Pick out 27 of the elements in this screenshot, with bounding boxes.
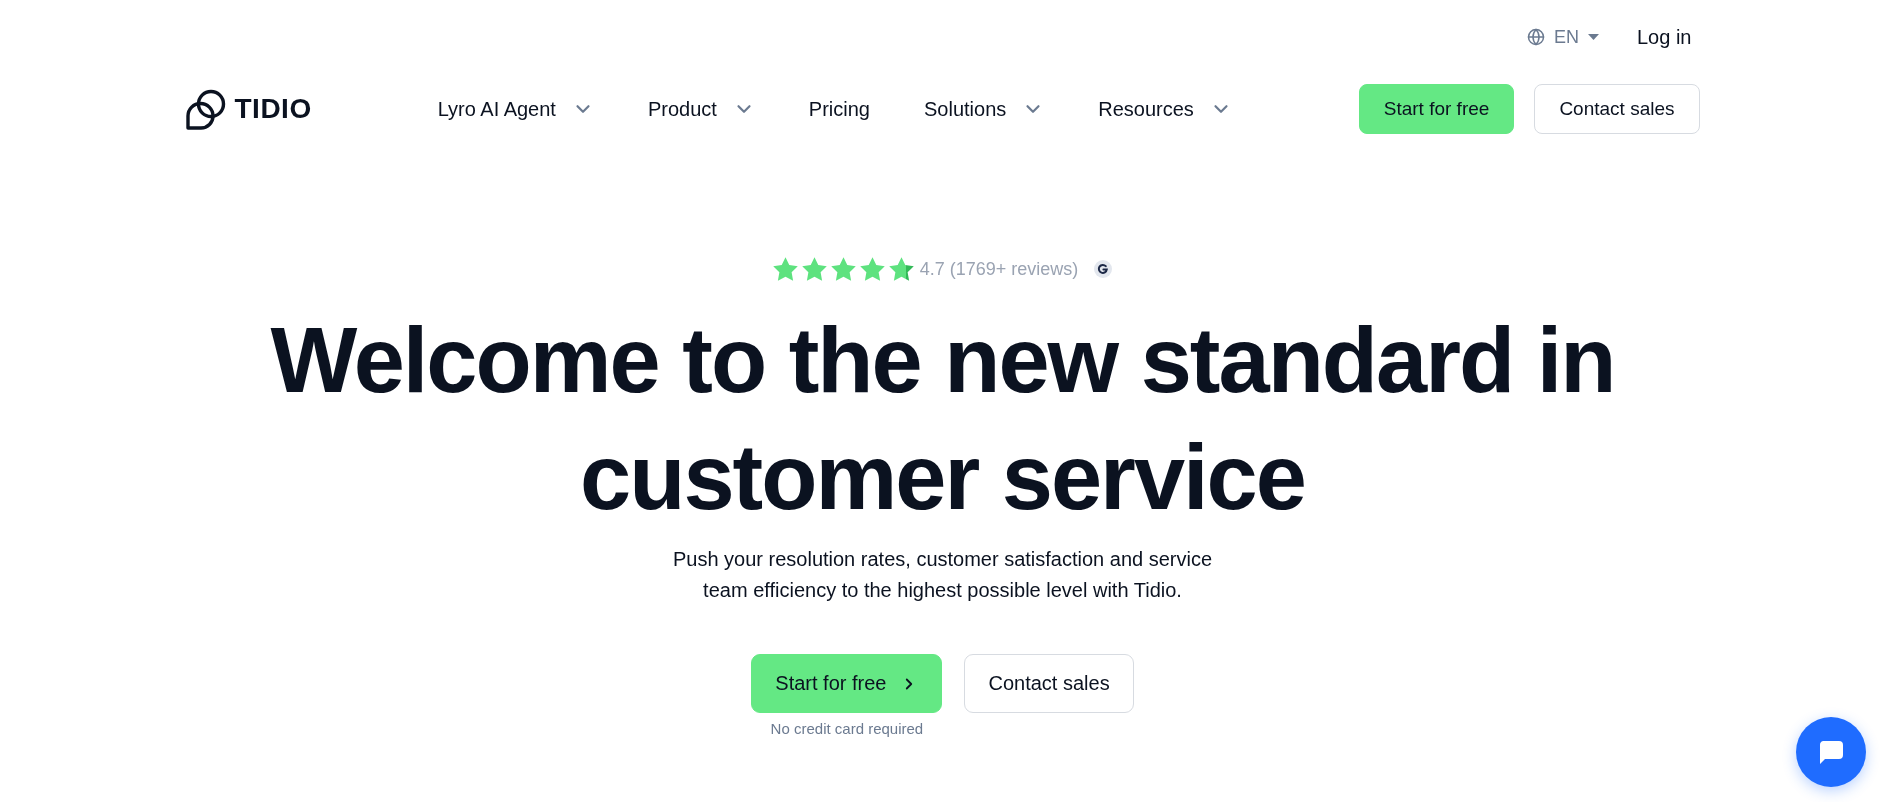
nav-item[interactable]: Pricing xyxy=(808,97,870,121)
logo-link[interactable]: TIDIO xyxy=(185,88,312,130)
logo-icon xyxy=(185,88,226,130)
chat-button[interactable] xyxy=(1796,717,1866,787)
nav-item[interactable]: Lyro AI Agent xyxy=(437,97,594,121)
star-icon xyxy=(772,257,798,281)
rating-text: 4.7 (1769+ reviews) xyxy=(919,258,1079,280)
start-free-button[interactable]: Start for free xyxy=(751,654,943,713)
globe-icon xyxy=(1527,28,1545,46)
chat-icon xyxy=(1819,740,1843,764)
star-icon xyxy=(801,257,827,281)
star-icon xyxy=(859,257,885,281)
language-selector[interactable]: EN xyxy=(1527,26,1599,48)
start-free-button[interactable]: Start for free xyxy=(1358,84,1515,134)
hero-subtitle: Push your resolution rates, customer satisfaction and service team efficiency to the highest possible level with Tidio. xyxy=(671,547,1214,603)
nav-item[interactable]: Resources xyxy=(1098,97,1232,121)
star-icon xyxy=(888,257,914,281)
star-icon xyxy=(830,257,856,281)
nav-item[interactable]: Product xyxy=(647,97,755,121)
nav-item[interactable]: Solutions xyxy=(924,97,1045,121)
no-card-note: No credit card required xyxy=(770,720,924,737)
contact-sales-button[interactable]: Contact sales xyxy=(964,654,1134,713)
login-link[interactable]: Log in xyxy=(1637,25,1692,49)
review-badge-icon xyxy=(1094,260,1113,278)
hero-title: Welcome to the new standard in customer service xyxy=(269,308,1616,530)
caret-icon xyxy=(1588,34,1599,40)
contact-sales-button[interactable]: Contact sales xyxy=(1534,84,1700,134)
